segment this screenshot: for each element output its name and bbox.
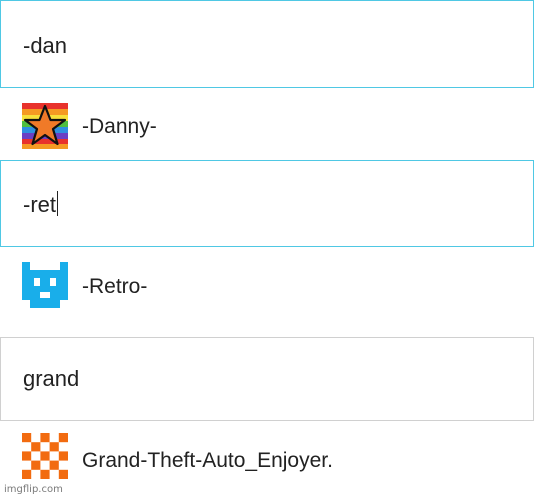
rainbow-star-icon	[22, 103, 68, 149]
search-query-text: -ret	[23, 192, 56, 217]
search-input-ret[interactable]: -ret	[0, 160, 534, 247]
result-username: Grand-Theft-Auto_Enjoyer.	[82, 449, 333, 472]
search-query: -dan	[23, 33, 68, 58]
search-result-danny[interactable]: -Danny-	[0, 89, 536, 159]
search-query: grand	[23, 366, 80, 391]
watermark: imgflip.com	[4, 484, 63, 495]
blue-pixel-cat-icon	[22, 262, 68, 308]
search-result-retro[interactable]: -Retro-	[0, 248, 536, 336]
search-result-gta-enjoyer[interactable]: Grand-Theft-Auto_Enjoyer.	[0, 422, 536, 499]
text-caret	[57, 191, 58, 216]
result-username: -Retro-	[82, 275, 148, 298]
search-input-dan[interactable]: -dan	[0, 0, 534, 88]
orange-pixel-checker-icon	[22, 433, 68, 479]
search-query: -ret	[23, 191, 58, 218]
search-input-grand[interactable]: grand	[0, 337, 534, 421]
result-username: -Danny-	[82, 115, 157, 138]
